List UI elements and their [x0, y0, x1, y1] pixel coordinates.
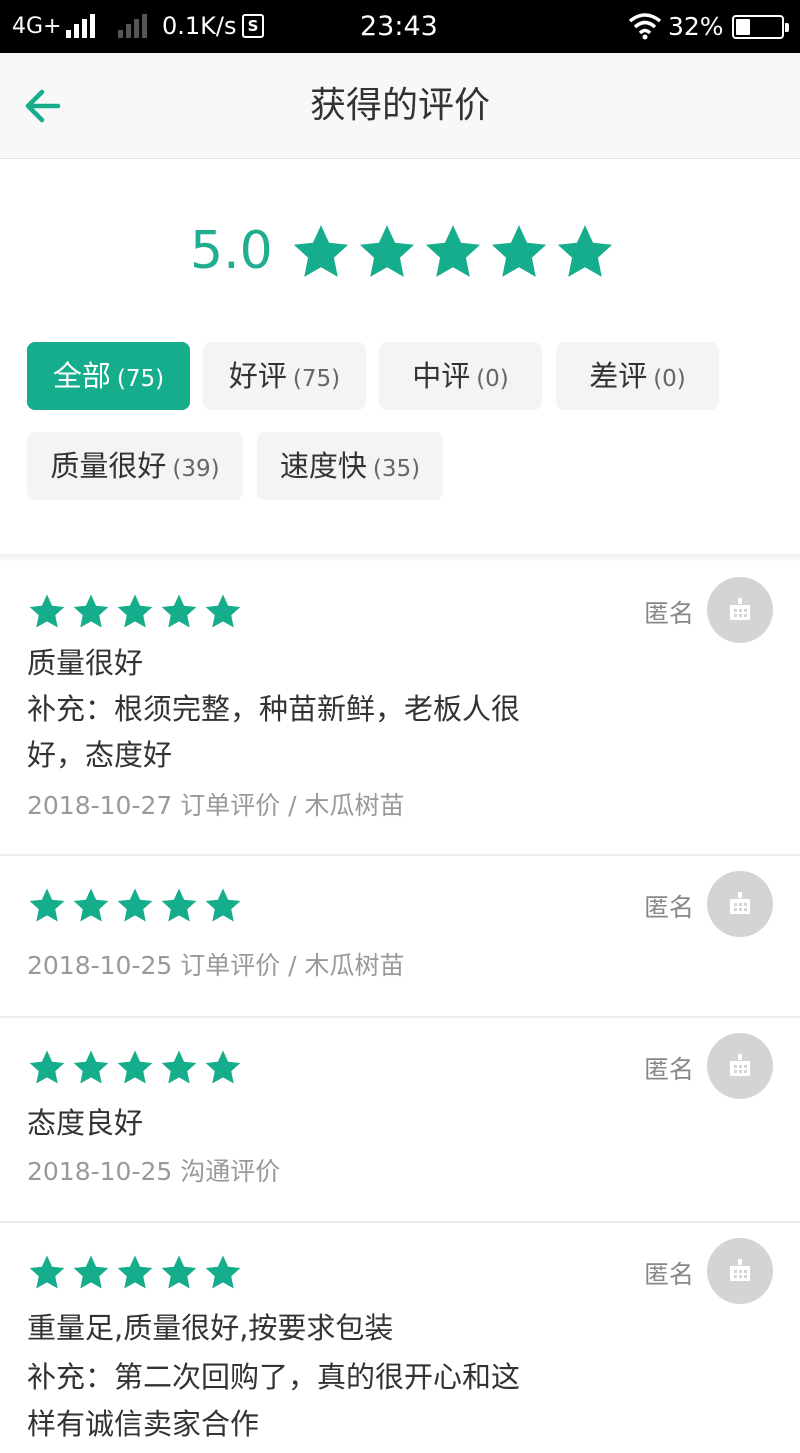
filter-chip[interactable]: 差评 (0): [556, 342, 719, 410]
avatar[interactable]: [707, 1033, 773, 1099]
wifi-icon: [628, 13, 662, 40]
summary-star-icon: [293, 225, 349, 277]
reviewer-name: 匿名: [644, 1055, 695, 1084]
review-item[interactable]: 匿名质量很好补充：根须完整，种苗新鲜，老板人很 好，态度好 2018-10-27 订…: [0, 562, 800, 856]
page-title: 获得的评价: [309, 85, 490, 126]
filter-chip-label: 好评: [228, 359, 287, 393]
review-star-icon: [161, 1255, 197, 1289]
review-star-icon: [117, 594, 153, 628]
review-star-icon: [73, 888, 109, 922]
review-star-icon: [117, 1050, 153, 1084]
network-type: 4G+: [12, 14, 62, 39]
section-divider: [0, 554, 800, 562]
battery-icon: [732, 15, 789, 39]
filter-chip-label: 速度快: [279, 449, 367, 483]
avatar[interactable]: [707, 577, 773, 643]
review-star-icon: [73, 1050, 109, 1084]
nav-bar: 获得的评价: [0, 53, 800, 159]
review-meta: 2018-10-25 订单评价 / 木瓜树苗: [27, 951, 405, 980]
review-star-icon: [29, 1255, 65, 1289]
average-score: 5.0: [190, 221, 273, 281]
avatar[interactable]: [707, 871, 773, 937]
review-stars: [27, 1253, 243, 1291]
filter-chip-label: 全部: [52, 359, 111, 393]
review-star-icon: [205, 1255, 241, 1289]
filter-chip-label: 中评: [412, 359, 471, 393]
filter-chip-count: (39): [172, 456, 220, 482]
reviewer-name: 匿名: [644, 1260, 695, 1289]
reviewer-name: 匿名: [644, 599, 695, 628]
network-speed: 0.1K/s: [162, 12, 237, 40]
filter-chip-count: (35): [372, 456, 421, 482]
summary-stars: [290, 221, 616, 281]
review-star-icon: [161, 594, 197, 628]
rating-summary: 5.0 全部 (75) 好评 (75) 中评 (0) 差评 (0) 质量很好 (39) 速度快 (35…: [0, 159, 800, 554]
review-meta: 2018-10-27 订单评价 / 木瓜树苗: [27, 791, 405, 820]
filter-chip[interactable]: 质量很好 (39): [27, 432, 243, 500]
review-star-icon: [117, 1255, 153, 1289]
battery-percent: 32%: [668, 12, 724, 41]
review-star-icon: [73, 594, 109, 628]
review-text: 好，态度好: [27, 738, 173, 772]
review-stars: [27, 592, 243, 630]
default-avatar-icon: [730, 1054, 750, 1076]
summary-star-icon: [359, 225, 415, 277]
review-text: 质量很好: [27, 646, 144, 680]
filter-chip[interactable]: 好评 (75): [203, 342, 366, 410]
review-text: 重量足,质量很好,按要求包装: [27, 1311, 394, 1345]
signal-secondary-icon: [118, 14, 147, 38]
filter-chip[interactable]: 全部 (75): [27, 342, 190, 410]
review-item[interactable]: 匿名 2018-10-25 订单评价 / 木瓜树苗: [0, 856, 800, 1018]
review-star-icon: [73, 1255, 109, 1289]
default-avatar-icon: [730, 1259, 750, 1281]
filter-chip-count: (75): [292, 366, 341, 392]
review-star-icon: [117, 888, 153, 922]
review-item[interactable]: 匿名重量足,质量很好,按要求包装补充：第二次回购了，真的很开心和这 样有诚信卖家合…: [0, 1223, 800, 1453]
default-avatar-icon: [730, 892, 750, 914]
review-star-icon: [161, 1050, 197, 1084]
signal-icon: [66, 14, 95, 38]
review-text: 样有诚信卖家合作: [27, 1407, 260, 1441]
default-avatar-icon: [730, 598, 750, 620]
review-star-icon: [29, 594, 65, 628]
review-star-icon: [161, 888, 197, 922]
review-star-icon: [205, 1050, 241, 1084]
filter-chip-count: (0): [476, 366, 509, 392]
clock: 23:43: [360, 11, 438, 42]
filter-chip[interactable]: 速度快 (35): [257, 432, 443, 500]
review-star-icon: [205, 594, 241, 628]
avatar[interactable]: [707, 1238, 773, 1304]
status-bar: 4G+ 0.1K/s S 23:43 32%: [0, 0, 800, 53]
review-text: 态度良好: [27, 1106, 144, 1140]
battery-level-fill: [736, 19, 751, 35]
sim-icon: S: [242, 14, 264, 38]
summary-star-icon: [491, 225, 547, 277]
filter-chip[interactable]: 中评 (0): [379, 342, 542, 410]
filter-chip-count: (0): [653, 366, 686, 392]
review-stars: [27, 1048, 243, 1086]
reviewer-name: 匿名: [644, 893, 695, 922]
review-star-icon: [205, 888, 241, 922]
filter-chip-label: 质量很好: [50, 449, 167, 483]
review-star-icon: [29, 888, 65, 922]
summary-star-icon: [425, 225, 481, 277]
filter-chip-count: (75): [116, 366, 165, 392]
review-text: 补充：第二次回购了，真的很开心和这: [27, 1360, 521, 1394]
review-item[interactable]: 匿名态度良好 2018-10-25 沟通评价: [0, 1018, 800, 1223]
filter-chip-label: 差评: [589, 359, 648, 393]
review-meta: 2018-10-25 沟通评价: [27, 1157, 281, 1186]
review-star-icon: [29, 1050, 65, 1084]
review-text: 补充：根须完整，种苗新鲜，老板人很: [27, 692, 521, 726]
review-stars: [27, 886, 243, 924]
summary-star-icon: [557, 225, 613, 277]
